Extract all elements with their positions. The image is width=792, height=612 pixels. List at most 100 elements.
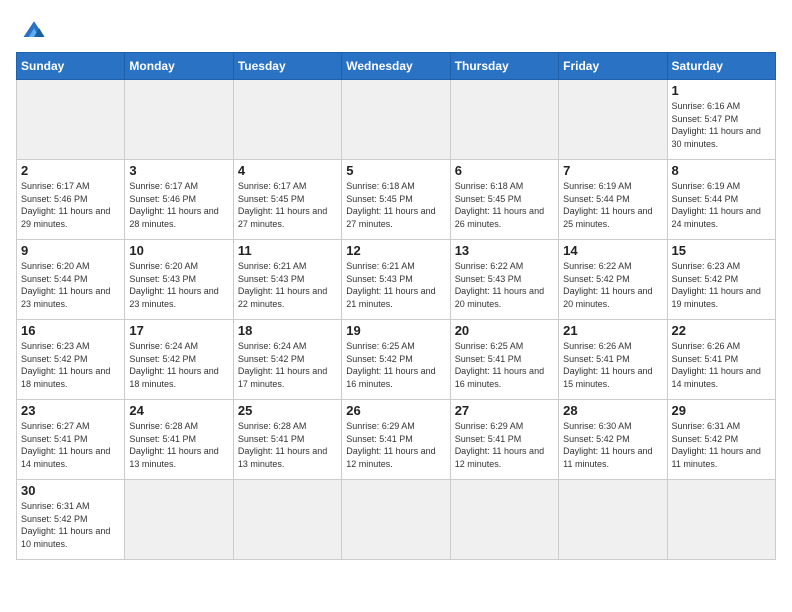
calendar-cell (342, 480, 450, 560)
week-row-3: 16 Sunrise: 6:23 AMSunset: 5:42 PMDayligh… (17, 320, 776, 400)
calendar-cell: 25 Sunrise: 6:28 AMSunset: 5:41 PMDayligh… (233, 400, 341, 480)
cell-info: Sunrise: 6:20 AMSunset: 5:43 PMDaylight:… (129, 260, 228, 310)
calendar-cell: 24 Sunrise: 6:28 AMSunset: 5:41 PMDayligh… (125, 400, 233, 480)
week-row-4: 23 Sunrise: 6:27 AMSunset: 5:41 PMDayligh… (17, 400, 776, 480)
cell-info: Sunrise: 6:19 AMSunset: 5:44 PMDaylight:… (672, 180, 771, 230)
day-number: 5 (346, 163, 445, 178)
calendar-cell: 10Sunrise: 6:20 AMSunset: 5:43 PMDayligh… (125, 240, 233, 320)
week-row-2: 9Sunrise: 6:20 AMSunset: 5:44 PMDaylight… (17, 240, 776, 320)
header-day-tuesday: Tuesday (233, 53, 341, 80)
calendar-cell: 22 Sunrise: 6:26 AMSunset: 5:41 PMDayligh… (667, 320, 775, 400)
calendar-cell (559, 80, 667, 160)
calendar-cell: 12Sunrise: 6:21 AMSunset: 5:43 PMDayligh… (342, 240, 450, 320)
calendar-body: 1 Sunrise: 6:16 AMSunset: 5:47 PMDaylight… (17, 80, 776, 560)
cell-info: Sunrise: 6:31 AMSunset: 5:42 PMDaylight:… (672, 420, 771, 470)
header-day-thursday: Thursday (450, 53, 558, 80)
day-number: 9 (21, 243, 120, 258)
day-number: 15 (672, 243, 771, 258)
cell-info: Sunrise: 6:31 AMSunset: 5:42 PMDaylight:… (21, 500, 120, 550)
calendar-header: SundayMondayTuesdayWednesdayThursdayFrid… (17, 53, 776, 80)
day-number: 20 (455, 323, 554, 338)
calendar-cell: 30 Sunrise: 6:31 AMSunset: 5:42 PMDayligh… (17, 480, 125, 560)
cell-info: Sunrise: 6:28 AMSunset: 5:41 PMDaylight:… (238, 420, 337, 470)
calendar-cell (667, 480, 775, 560)
calendar-cell (450, 480, 558, 560)
day-number: 22 (672, 323, 771, 338)
calendar-cell: 21Sunrise: 6:26 AMSunset: 5:41 PMDayligh… (559, 320, 667, 400)
day-number: 25 (238, 403, 337, 418)
calendar-cell: 14Sunrise: 6:22 AMSunset: 5:42 PMDayligh… (559, 240, 667, 320)
day-number: 3 (129, 163, 228, 178)
calendar-cell: 11Sunrise: 6:21 AMSunset: 5:43 PMDayligh… (233, 240, 341, 320)
calendar-cell: 17 Sunrise: 6:24 AMSunset: 5:42 PMDayligh… (125, 320, 233, 400)
cell-info: Sunrise: 6:24 AMSunset: 5:42 PMDaylight:… (129, 340, 228, 390)
calendar-cell (450, 80, 558, 160)
calendar-cell (233, 480, 341, 560)
header-day-friday: Friday (559, 53, 667, 80)
calendar-cell (233, 80, 341, 160)
day-number: 29 (672, 403, 771, 418)
day-number: 16 (21, 323, 120, 338)
cell-info: Sunrise: 6:28 AMSunset: 5:41 PMDaylight:… (129, 420, 228, 470)
week-row-0: 1 Sunrise: 6:16 AMSunset: 5:47 PMDaylight… (17, 80, 776, 160)
calendar-cell: 1 Sunrise: 6:16 AMSunset: 5:47 PMDaylight… (667, 80, 775, 160)
day-number: 28 (563, 403, 662, 418)
cell-info: Sunrise: 6:23 AMSunset: 5:42 PMDaylight:… (672, 260, 771, 310)
cell-info: Sunrise: 6:22 AMSunset: 5:43 PMDaylight:… (455, 260, 554, 310)
cell-info: Sunrise: 6:19 AMSunset: 5:44 PMDaylight:… (563, 180, 662, 230)
cell-info: Sunrise: 6:30 AMSunset: 5:42 PMDaylight:… (563, 420, 662, 470)
day-number: 12 (346, 243, 445, 258)
calendar-table: SundayMondayTuesdayWednesdayThursdayFrid… (16, 52, 776, 560)
calendar-cell: 19 Sunrise: 6:25 AMSunset: 5:42 PMDayligh… (342, 320, 450, 400)
day-number: 17 (129, 323, 228, 338)
week-row-5: 30 Sunrise: 6:31 AMSunset: 5:42 PMDayligh… (17, 480, 776, 560)
calendar-cell: 2 Sunrise: 6:17 AMSunset: 5:46 PMDaylight… (17, 160, 125, 240)
day-number: 2 (21, 163, 120, 178)
day-number: 14 (563, 243, 662, 258)
cell-info: Sunrise: 6:16 AMSunset: 5:47 PMDaylight:… (672, 100, 771, 150)
day-number: 24 (129, 403, 228, 418)
logo-icon (16, 16, 52, 44)
calendar-cell (559, 480, 667, 560)
week-row-1: 2 Sunrise: 6:17 AMSunset: 5:46 PMDaylight… (17, 160, 776, 240)
day-number: 30 (21, 483, 120, 498)
header-row: SundayMondayTuesdayWednesdayThursdayFrid… (17, 53, 776, 80)
cell-info: Sunrise: 6:27 AMSunset: 5:41 PMDaylight:… (21, 420, 120, 470)
day-number: 18 (238, 323, 337, 338)
cell-info: Sunrise: 6:25 AMSunset: 5:41 PMDaylight:… (455, 340, 554, 390)
calendar-cell: 16 Sunrise: 6:23 AMSunset: 5:42 PMDayligh… (17, 320, 125, 400)
cell-info: Sunrise: 6:26 AMSunset: 5:41 PMDaylight:… (563, 340, 662, 390)
calendar-cell: 15 Sunrise: 6:23 AMSunset: 5:42 PMDayligh… (667, 240, 775, 320)
day-number: 19 (346, 323, 445, 338)
cell-info: Sunrise: 6:25 AMSunset: 5:42 PMDaylight:… (346, 340, 445, 390)
day-number: 23 (21, 403, 120, 418)
calendar-cell: 4Sunrise: 6:17 AMSunset: 5:45 PMDaylight… (233, 160, 341, 240)
calendar-cell: 29 Sunrise: 6:31 AMSunset: 5:42 PMDayligh… (667, 400, 775, 480)
cell-info: Sunrise: 6:21 AMSunset: 5:43 PMDaylight:… (238, 260, 337, 310)
calendar-cell: 18 Sunrise: 6:24 AMSunset: 5:42 PMDayligh… (233, 320, 341, 400)
header-day-sunday: Sunday (17, 53, 125, 80)
calendar-cell: 28 Sunrise: 6:30 AMSunset: 5:42 PMDayligh… (559, 400, 667, 480)
day-number: 27 (455, 403, 554, 418)
header-day-saturday: Saturday (667, 53, 775, 80)
cell-info: Sunrise: 6:29 AMSunset: 5:41 PMDaylight:… (455, 420, 554, 470)
cell-info: Sunrise: 6:29 AMSunset: 5:41 PMDaylight:… (346, 420, 445, 470)
day-number: 1 (672, 83, 771, 98)
cell-info: Sunrise: 6:26 AMSunset: 5:41 PMDaylight:… (672, 340, 771, 390)
calendar-cell: 7 Sunrise: 6:19 AMSunset: 5:44 PMDaylight… (559, 160, 667, 240)
logo (16, 16, 56, 44)
cell-info: Sunrise: 6:17 AMSunset: 5:46 PMDaylight:… (21, 180, 120, 230)
calendar-cell: 9Sunrise: 6:20 AMSunset: 5:44 PMDaylight… (17, 240, 125, 320)
calendar-cell: 23 Sunrise: 6:27 AMSunset: 5:41 PMDayligh… (17, 400, 125, 480)
calendar-cell: 26Sunrise: 6:29 AMSunset: 5:41 PMDayligh… (342, 400, 450, 480)
calendar-cell: 27 Sunrise: 6:29 AMSunset: 5:41 PMDayligh… (450, 400, 558, 480)
header-day-monday: Monday (125, 53, 233, 80)
calendar-cell: 3Sunrise: 6:17 AMSunset: 5:46 PMDaylight… (125, 160, 233, 240)
cell-info: Sunrise: 6:23 AMSunset: 5:42 PMDaylight:… (21, 340, 120, 390)
day-number: 7 (563, 163, 662, 178)
cell-info: Sunrise: 6:24 AMSunset: 5:42 PMDaylight:… (238, 340, 337, 390)
day-number: 8 (672, 163, 771, 178)
page-header (16, 16, 776, 44)
day-number: 13 (455, 243, 554, 258)
calendar-cell: 8 Sunrise: 6:19 AMSunset: 5:44 PMDaylight… (667, 160, 775, 240)
